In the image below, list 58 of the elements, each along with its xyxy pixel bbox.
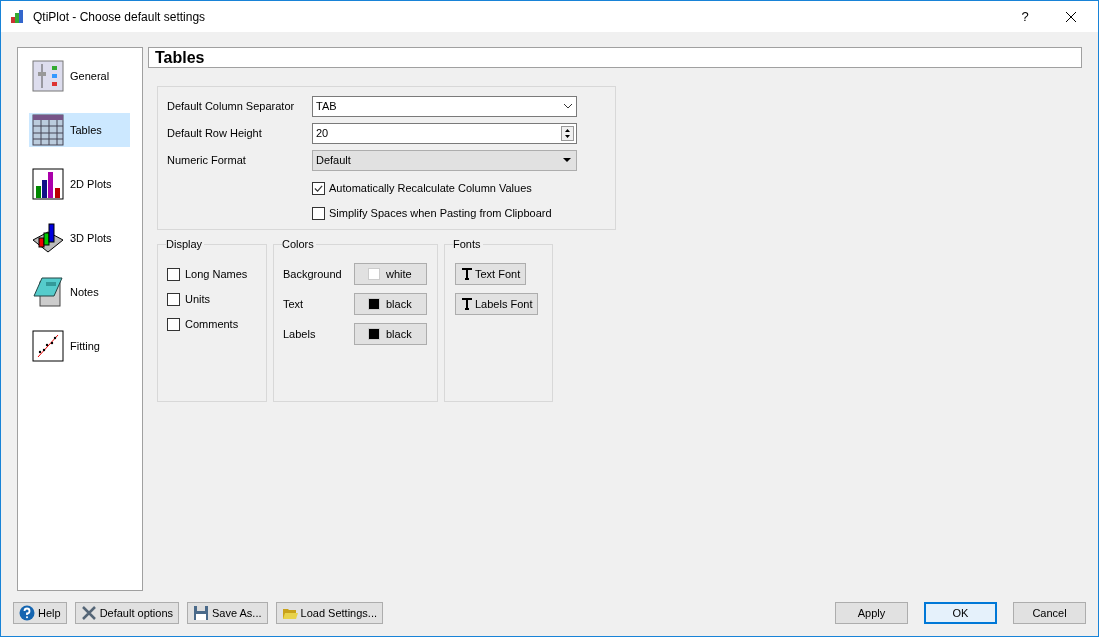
help-icon	[19, 605, 35, 621]
tools-icon	[80, 605, 97, 621]
checkbox-label[interactable]: Long Names	[185, 265, 248, 283]
dialog-button[interactable]: OK	[924, 602, 997, 624]
help-title-button[interactable]: ?	[1002, 1, 1048, 32]
color-button[interactable]: white	[354, 263, 427, 285]
app-icon	[9, 8, 25, 25]
color-button[interactable]: black	[354, 293, 427, 315]
field-label: Text	[283, 296, 305, 312]
footer-button[interactable]: Help	[13, 602, 67, 624]
spin-arrows-icon[interactable]	[561, 125, 574, 141]
bar-chart-icon	[32, 168, 64, 200]
field-label: Labels	[283, 326, 317, 342]
category-item[interactable]: 3D Plots	[29, 221, 130, 255]
checkbox[interactable]	[167, 267, 180, 281]
font-button[interactable]: Text Font	[455, 263, 527, 285]
page-title: Tables	[148, 47, 1082, 68]
dialog-button[interactable]: Cancel	[1013, 602, 1086, 624]
checkbox-label[interactable]: Comments	[185, 315, 239, 333]
dropdown-arrow-icon	[563, 158, 571, 162]
numeric-format-dropdown[interactable]: Default	[312, 149, 577, 171]
sliders-icon	[32, 60, 64, 92]
group-title: Fonts	[453, 237, 483, 251]
checkbox[interactable]	[167, 292, 180, 306]
color-button[interactable]: black	[354, 323, 427, 345]
close-icon	[1066, 11, 1076, 22]
table-icon	[32, 114, 64, 146]
checkbox[interactable]	[167, 317, 180, 331]
dialog-button[interactable]: Apply	[835, 602, 908, 624]
font-button[interactable]: Labels Font	[455, 293, 539, 315]
checkmark-icon	[314, 183, 323, 193]
category-item[interactable]: Tables	[29, 113, 130, 147]
notepad-icon	[32, 276, 64, 308]
font-icon	[461, 298, 473, 310]
checkbox-label[interactable]: Automatically Recalculate Column Values	[329, 179, 532, 197]
row-height-spinbox[interactable]: 20	[312, 122, 577, 144]
field-label: Default Column Separator	[167, 98, 296, 114]
field-label: Background	[283, 266, 343, 282]
footer-button[interactable]: Load Settings...	[275, 602, 383, 624]
3d-bar-chart-icon	[32, 222, 64, 254]
group-title: Display	[166, 237, 205, 251]
category-item[interactable]: Fitting	[29, 329, 130, 363]
checkbox-label[interactable]: Simplify Spaces when Pasting from Clipboard	[329, 204, 552, 222]
field-label: Numeric Format	[167, 152, 247, 168]
category-item[interactable]: Notes	[29, 275, 130, 309]
category-item[interactable]: 2D Plots	[29, 167, 130, 201]
checkbox[interactable]	[312, 206, 325, 220]
window-title: QtiPlot - Choose default settings	[33, 8, 206, 26]
group-title: Colors	[282, 237, 316, 251]
footer-button[interactable]: Default options	[74, 602, 179, 624]
checkbox[interactable]	[312, 181, 325, 195]
footer-button[interactable]: Save As...	[187, 602, 268, 624]
checkbox-label[interactable]: Units	[185, 290, 211, 308]
chevron-down-icon	[563, 103, 573, 109]
field-label: Default Row Height	[167, 125, 263, 141]
category-item[interactable]: General	[29, 59, 130, 93]
font-icon	[461, 268, 473, 280]
column-separator-dropdown[interactable]: TAB	[312, 95, 577, 117]
